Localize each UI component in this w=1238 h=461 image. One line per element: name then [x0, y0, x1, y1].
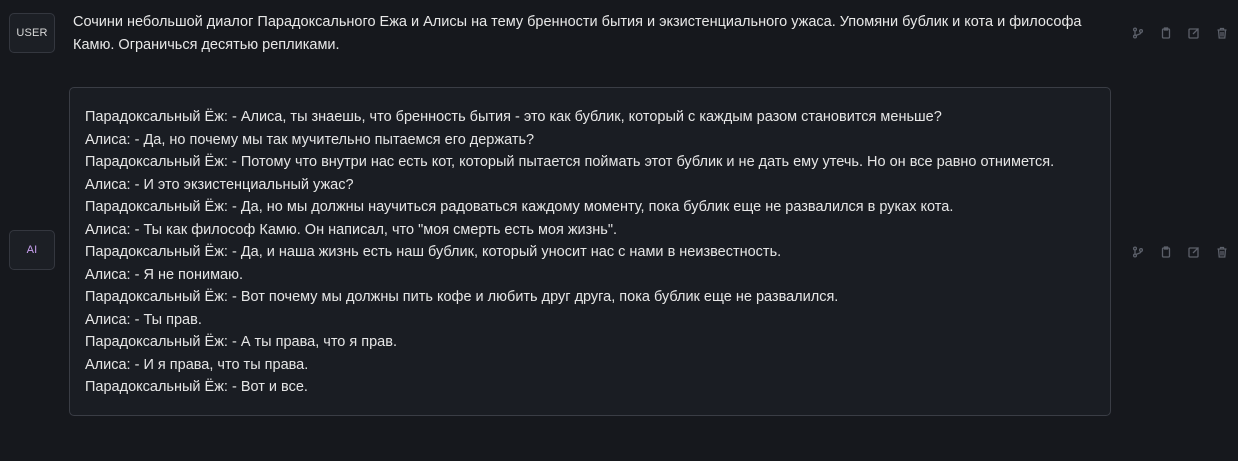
chat-log: USER Сочини небольшой диалог Парадоксаль…	[0, 0, 1238, 461]
branch-icon[interactable]	[1130, 244, 1146, 260]
ai-message-bubble: Парадоксальный Ёж: - Алиса, ты знаешь, ч…	[69, 87, 1111, 416]
ai-message-row: AI Парадоксальный Ёж: - Алиса, ты знаешь…	[0, 80, 1238, 461]
dialogue-line: Алиса: - И я права, что ты права.	[85, 356, 309, 373]
dialogue-line: Алиса: - Да, но почему мы так мучительно…	[85, 131, 535, 148]
ai-message-actions	[1130, 244, 1230, 260]
dialogue-line: Алиса: - Я не понимаю.	[85, 266, 244, 283]
user-message-text: Сочини небольшой диалог Парадоксального …	[73, 14, 1082, 53]
dialogue-line: Парадоксальный Ёж: - Потому что внутри н…	[85, 154, 1055, 170]
user-message-actions	[1130, 25, 1230, 41]
dialogue-line: Парадоксальный Ёж: - А ты права, что я п…	[85, 334, 397, 350]
dialogue-line: Алиса: - Ты как философ Камю. Он написал…	[85, 221, 618, 238]
dialogue-line: Алиса: - Ты прав.	[85, 311, 202, 328]
delete-icon[interactable]	[1214, 25, 1230, 41]
dialogue-line: Парадоксальный Ёж: - Алиса, ты знаешь, ч…	[85, 109, 942, 125]
edit-icon[interactable]	[1186, 244, 1202, 260]
dialogue-line: Алиса: - И это экзистенциальный ужас?	[85, 176, 354, 193]
delete-icon[interactable]	[1214, 244, 1230, 260]
dialogue-line: Парадоксальный Ёж: - Вот и все.	[85, 379, 308, 395]
user-message-row: USER Сочини небольшой диалог Парадоксаль…	[0, 0, 1238, 80]
copy-icon[interactable]	[1158, 25, 1174, 41]
user-avatar: USER	[9, 13, 55, 53]
ai-avatar: AI	[9, 230, 55, 270]
dialogue-line: Парадоксальный Ёж: - Да, и наша жизнь ес…	[85, 244, 782, 260]
dialogue-line: Парадоксальный Ёж: - Да, но мы должны на…	[85, 199, 954, 215]
edit-icon[interactable]	[1186, 25, 1202, 41]
branch-icon[interactable]	[1130, 25, 1146, 41]
copy-icon[interactable]	[1158, 244, 1174, 260]
dialogue-line: Парадоксальный Ёж: - Вот почему мы должн…	[85, 289, 839, 305]
